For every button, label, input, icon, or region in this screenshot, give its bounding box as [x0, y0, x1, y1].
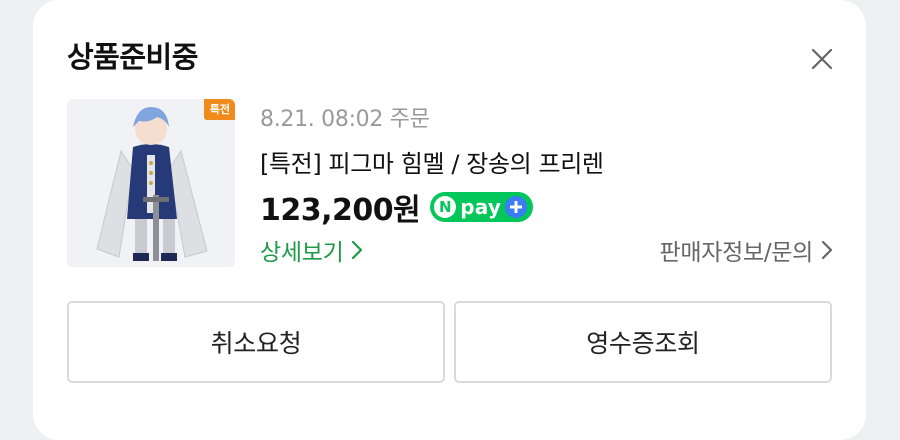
seller-info-link[interactable]: 판매자정보/문의 — [660, 233, 833, 267]
npay-badge: N pay — [430, 192, 534, 222]
detail-link[interactable]: 상세보기 — [260, 233, 363, 267]
order-card: 상품준비중 특전 8.21. 08:02 주문 [특전] 피그마 힘멜 / 장송… — [33, 0, 866, 440]
receipt-view-button[interactable]: 영수증조회 — [454, 301, 832, 383]
product-thumbnail[interactable]: 특전 — [67, 99, 235, 267]
chevron-right-icon — [821, 240, 833, 260]
close-button[interactable] — [809, 46, 835, 72]
seller-info-label: 판매자정보/문의 — [659, 240, 814, 266]
order-status-title: 상품준비중 — [67, 40, 198, 74]
npay-text: pay — [460, 195, 502, 219]
plus-icon — [505, 196, 528, 218]
order-date: 8.21. 08:02 주문 — [260, 107, 430, 132]
close-icon — [811, 48, 833, 70]
price-row: 123,200원 N pay — [260, 185, 534, 229]
npay-n-icon: N — [434, 196, 457, 218]
figure-image — [67, 99, 235, 267]
price: 123,200원 — [260, 193, 421, 228]
detail-link-label: 상세보기 — [260, 240, 344, 266]
chevron-right-icon — [352, 240, 363, 260]
bonus-badge: 특전 — [203, 99, 235, 120]
product-title[interactable]: [특전] 피그마 힘멜 / 장송의 프리렌 — [260, 144, 604, 179]
cancel-request-button[interactable]: 취소요청 — [67, 301, 445, 383]
